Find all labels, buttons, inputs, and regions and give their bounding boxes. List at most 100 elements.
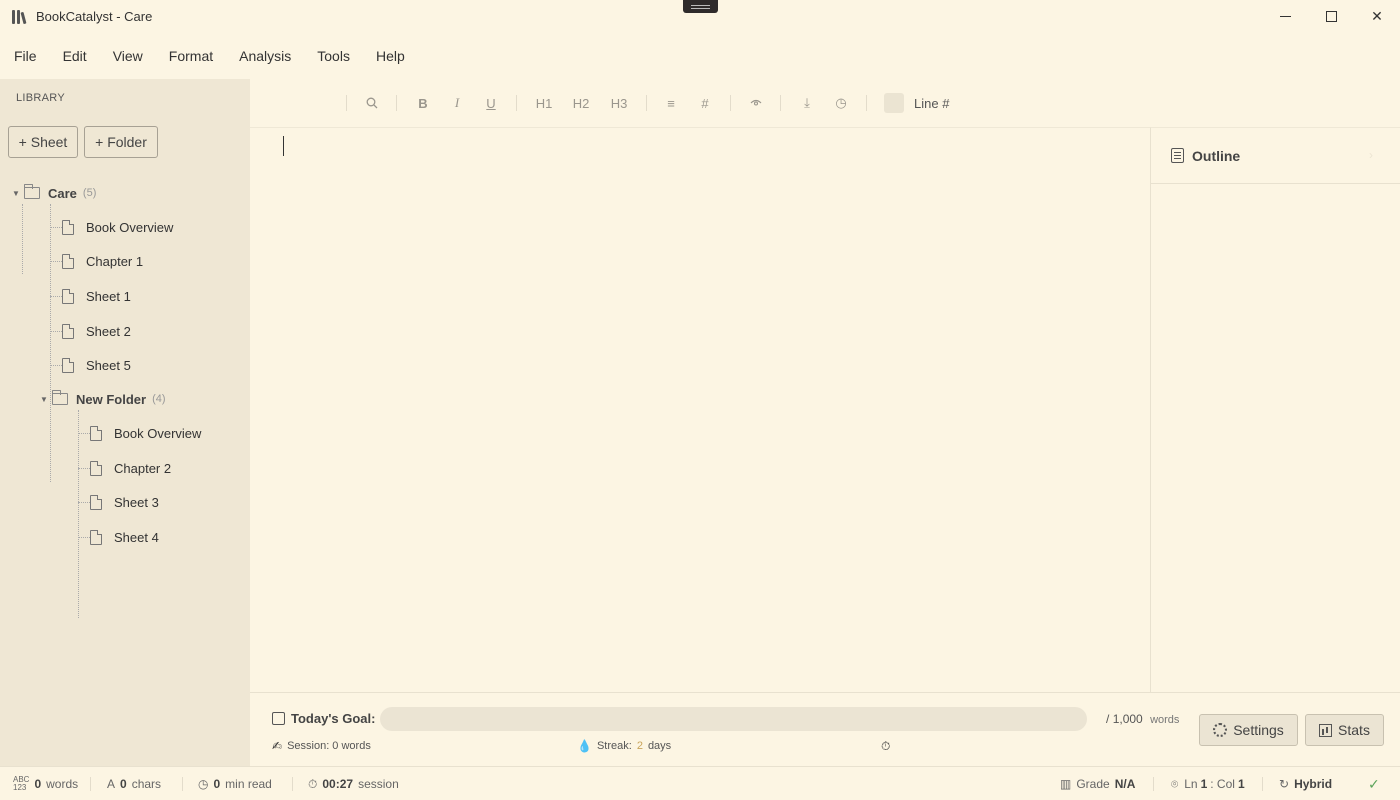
toolbar-divider	[866, 95, 867, 111]
streak: 💧 Streak: 2 days	[577, 739, 671, 753]
menu-bar: File Edit View Format Analysis Tools Hel…	[0, 40, 418, 72]
grade-icon: ▥	[1060, 777, 1072, 791]
grade-label: Grade	[1076, 777, 1110, 791]
tree-item-sheet-1[interactable]: Sheet 1	[62, 285, 131, 307]
editor-mode[interactable]: ↻ Hybrid	[1279, 767, 1332, 800]
italic-button[interactable]: I	[445, 79, 469, 127]
close-button[interactable]: ✕	[1354, 0, 1400, 32]
expand-arrow-icon[interactable]: ▼	[12, 189, 24, 198]
file-icon	[90, 425, 102, 441]
session-timer-label: session	[358, 777, 399, 791]
maximize-button[interactable]	[1308, 0, 1354, 32]
menu-help[interactable]: Help	[363, 48, 418, 64]
search-icon	[366, 97, 378, 109]
session-timer-value: 00:27	[322, 777, 354, 791]
col-label: : Col	[1210, 777, 1235, 791]
stats-button[interactable]: Stats	[1305, 714, 1384, 746]
word-count-value: 0	[34, 777, 42, 791]
stats-label: Stats	[1338, 722, 1370, 738]
line-numbers-label[interactable]: Line #	[914, 79, 949, 127]
editor-area[interactable]	[250, 127, 1150, 692]
goal-target-unit: words	[1150, 714, 1180, 726]
char-count-label: chars	[131, 777, 162, 791]
tree-item-sheet-3[interactable]: Sheet 3	[90, 491, 159, 513]
menu-analysis[interactable]: Analysis	[226, 48, 304, 64]
minimize-button[interactable]	[1262, 0, 1308, 32]
tree-item-chapter-2[interactable]: Chapter 2	[90, 457, 171, 479]
file-icon	[90, 494, 102, 510]
file-icon	[62, 357, 74, 373]
search-button[interactable]	[360, 79, 384, 127]
word-count: ABC 123 0 words	[13, 767, 78, 800]
tree-item-book-overview-2[interactable]: Book Overview	[90, 422, 201, 444]
tree-item-sheet-2[interactable]: Sheet 2	[62, 320, 131, 342]
menu-view[interactable]: View	[100, 48, 156, 64]
outline-icon	[1171, 148, 1184, 163]
streak-prefix: Streak:	[596, 740, 632, 752]
folder-new-folder[interactable]: ▼ New Folder (4)	[40, 388, 166, 410]
heading-3-button[interactable]: H3	[605, 79, 633, 127]
timer[interactable]: ⏱	[881, 739, 890, 754]
tree-guide	[50, 365, 62, 366]
outline-title: Outline	[1192, 147, 1241, 164]
tree-guide	[78, 502, 90, 503]
menu-edit[interactable]: Edit	[50, 48, 100, 64]
toolbar-divider	[780, 95, 781, 111]
bold-button[interactable]: B	[411, 79, 435, 127]
align-button[interactable]: ≡	[659, 79, 683, 127]
italic-icon: I	[454, 95, 460, 110]
bold-icon: B	[418, 95, 428, 111]
toolbar-divider	[346, 95, 347, 111]
outline-panel: Outline ›	[1150, 127, 1400, 692]
expand-arrow-icon[interactable]: ▼	[40, 395, 52, 404]
add-sheet-button[interactable]: + Sheet	[8, 126, 78, 158]
folder-care[interactable]: ▼ Care (5)	[12, 182, 96, 204]
word-count-label: words	[46, 777, 79, 791]
download-icon: ⤓	[804, 95, 810, 110]
folder-icon	[52, 390, 68, 405]
preview-button[interactable]	[744, 79, 768, 127]
history-button[interactable]: ◷	[829, 79, 853, 127]
close-icon: ✕	[1371, 7, 1383, 24]
folder-label: Care	[48, 185, 77, 201]
daily-goal-bar: Today's Goal: / 1,000 words Settings Sta…	[250, 692, 1400, 766]
menu-file[interactable]: File	[0, 48, 50, 64]
folder-count: (4)	[152, 393, 166, 405]
stopwatch-icon[interactable]: ⏱	[881, 739, 890, 754]
outline-header: Outline ›	[1151, 128, 1400, 184]
chevron-right-icon[interactable]: ›	[1369, 148, 1373, 162]
flame-icon: 💧	[577, 739, 592, 753]
folder-count: (5)	[82, 187, 97, 199]
streak-suffix: days	[647, 740, 672, 752]
heading-2-button[interactable]: H2	[567, 79, 595, 127]
heading-1-button[interactable]: H1	[530, 79, 558, 127]
drag-handle[interactable]	[683, 0, 718, 13]
cursor-position[interactable]: ⌾ Ln 1 : Col 1	[1171, 767, 1245, 800]
read-time: ◷ 0 min read	[198, 767, 272, 800]
download-button[interactable]: ⤓	[795, 79, 819, 127]
goal-settings-button[interactable]: Settings	[1199, 714, 1298, 746]
session-words-text: Session: 0 words	[287, 740, 371, 752]
menu-tools[interactable]: Tools	[304, 48, 363, 64]
underline-button[interactable]: U	[479, 79, 503, 127]
line-numbers-toggle[interactable]	[884, 93, 904, 113]
tree-item-label: Chapter 1	[86, 253, 144, 269]
add-folder-button[interactable]: + Folder	[84, 126, 158, 158]
menu-format[interactable]: Format	[156, 48, 226, 64]
char-count-value: 0	[120, 777, 127, 791]
tree-item-sheet-5[interactable]: Sheet 5	[62, 354, 131, 376]
goal-target-value: 1,000	[1112, 712, 1143, 726]
file-icon	[90, 529, 102, 545]
hash-icon: #	[701, 95, 709, 111]
goal-label-text: Today's Goal:	[291, 711, 376, 726]
tree-item-chapter-1[interactable]: Chapter 1	[62, 250, 143, 272]
readability-grade[interactable]: ▥ Grade N/A	[1060, 767, 1135, 800]
editor-mode-value: Hybrid	[1294, 777, 1333, 791]
tree-item-book-overview[interactable]: Book Overview	[62, 216, 173, 238]
tree-item-sheet-4[interactable]: Sheet 4	[90, 526, 159, 548]
app-logo-icon	[12, 8, 30, 25]
hash-button[interactable]: #	[693, 79, 717, 127]
library-sidebar: LIBRARY + Sheet + Folder ▼ Care (5) Book…	[0, 79, 250, 766]
tree-guide	[50, 261, 62, 262]
save-status: ✓	[1368, 767, 1380, 800]
